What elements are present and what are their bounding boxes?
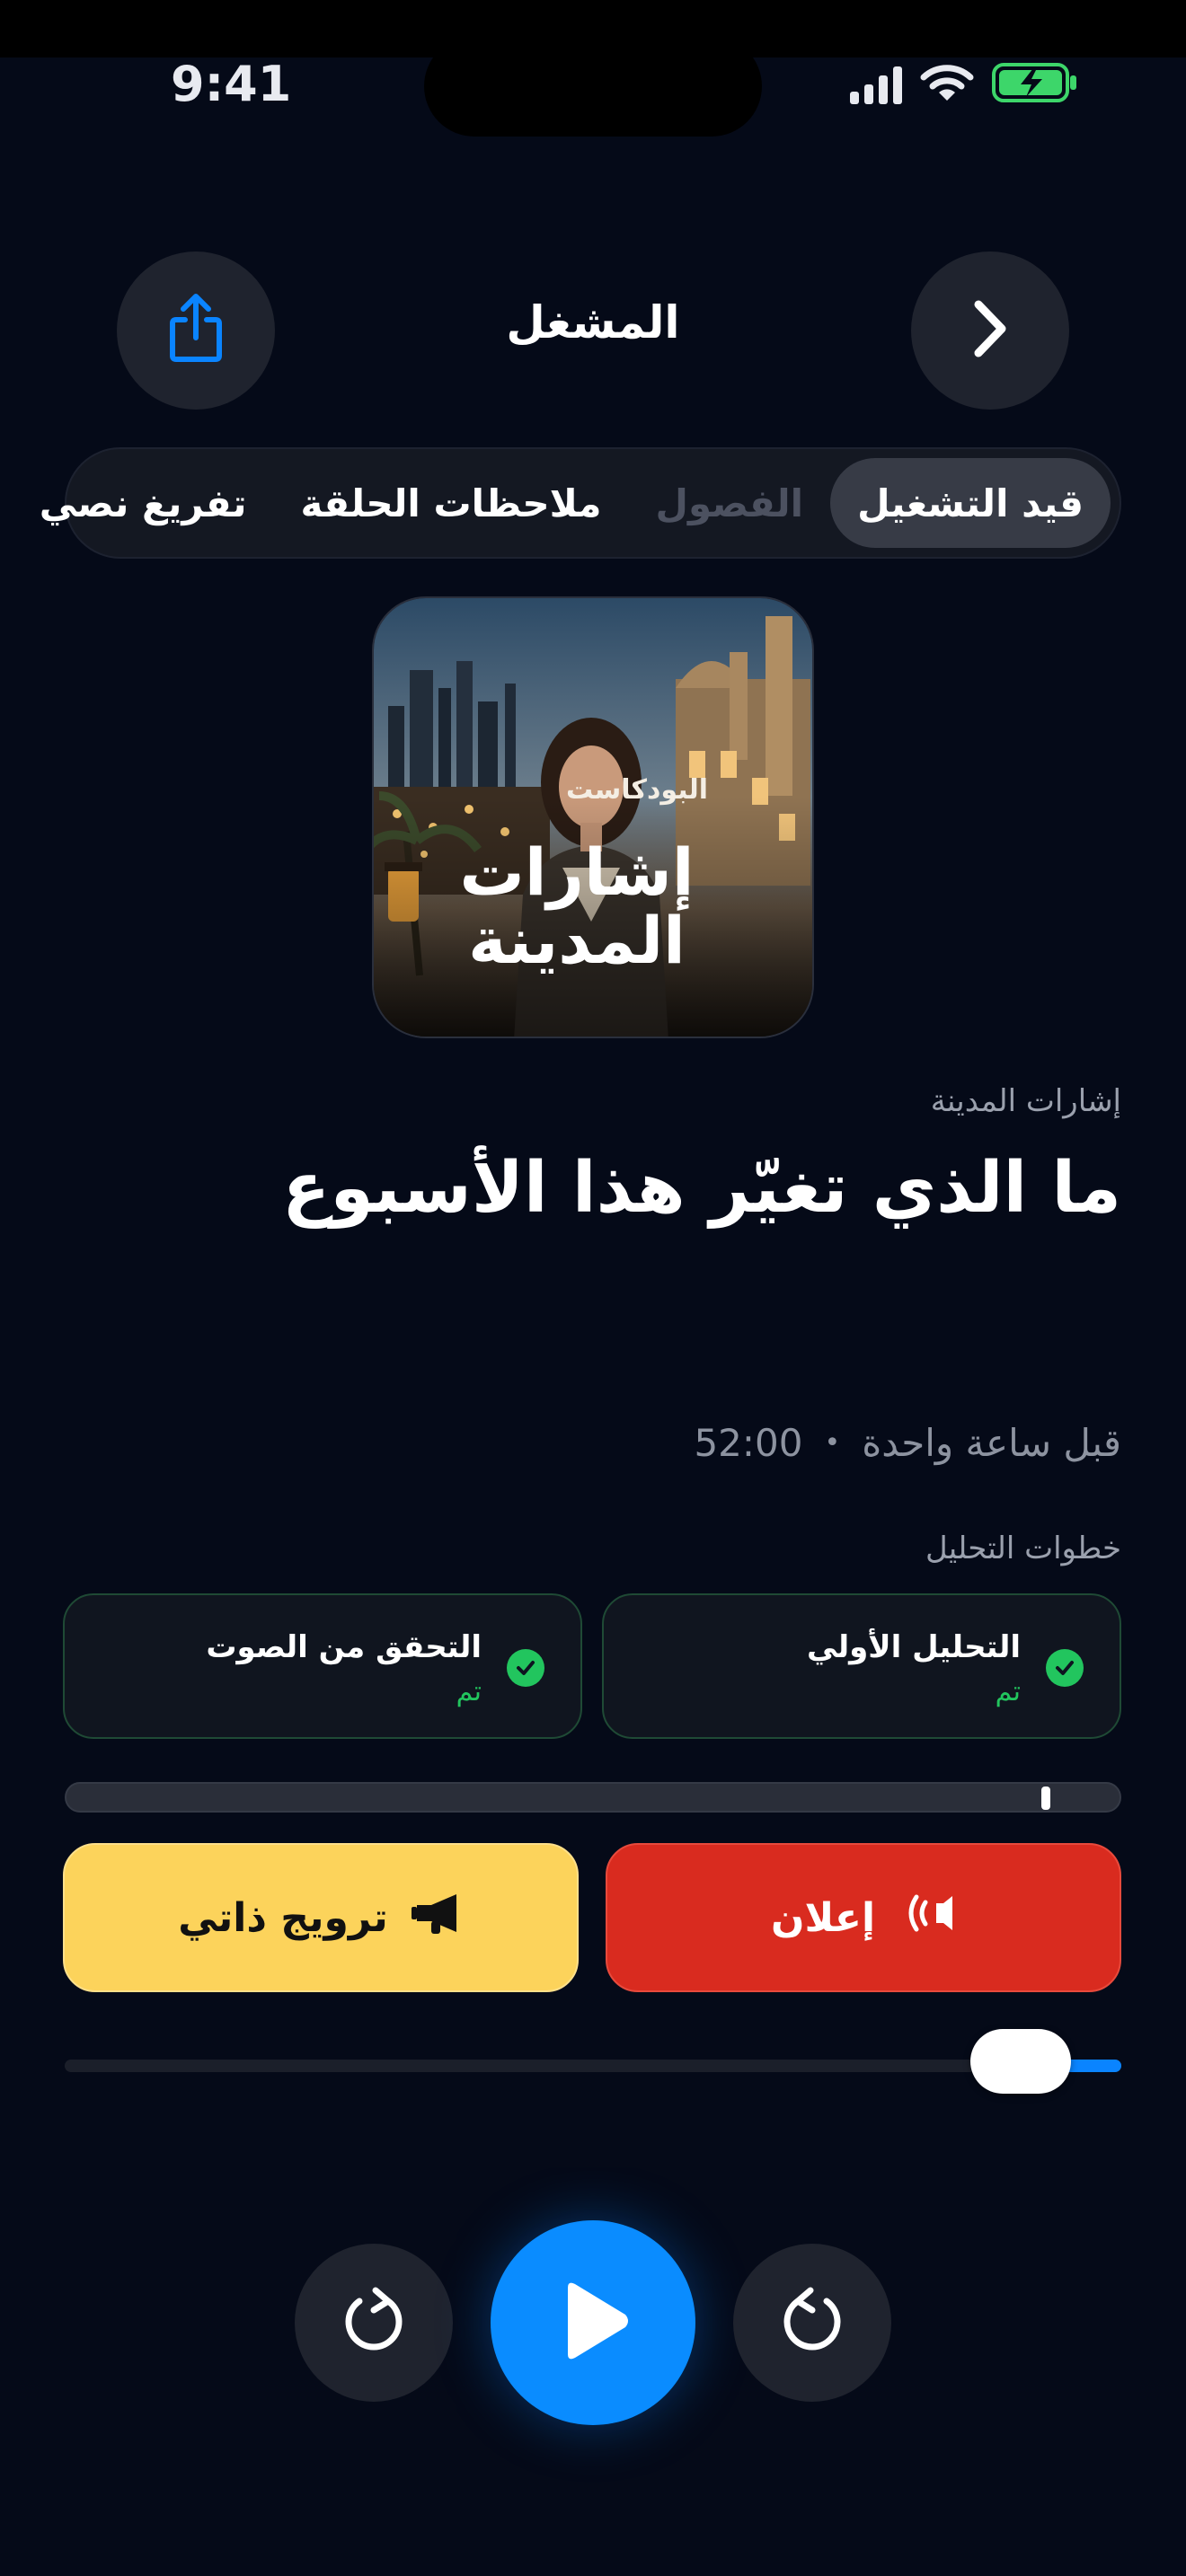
step-status: تم (456, 1676, 482, 1707)
back-button[interactable] (911, 251, 1069, 410)
battery-charging-icon (992, 63, 1078, 106)
play-button[interactable] (491, 2220, 695, 2425)
play-icon (555, 2280, 631, 2365)
check-circle-icon (507, 1649, 544, 1687)
analysis-steps-label: خطوات التحليل (925, 1531, 1121, 1566)
segment-timeline[interactable] (65, 1782, 1121, 1813)
ad-segment-button[interactable]: إعلان (606, 1843, 1121, 1992)
ad-segment-label: إعلان (770, 1894, 876, 1941)
rotate-forward-icon (776, 2285, 848, 2360)
artwork-title-line-1: إشارات (459, 834, 695, 910)
podcast-artwork: البودكاست إشارات المدينة (372, 596, 814, 1038)
analysis-step-audio-check: التحقق من الصوت تم (63, 1593, 582, 1739)
artwork-subtitle: البودكاست (566, 774, 708, 806)
wifi-icon (920, 63, 974, 106)
cellular-signal-icon (850, 65, 902, 104)
chevron-right-icon (968, 297, 1013, 364)
step-label: التحليل الأولي (806, 1629, 1021, 1665)
dynamic-island (424, 36, 762, 137)
artwork-title-line-2: المدينة (468, 902, 686, 978)
self-promo-button[interactable]: ترويج ذاتي (63, 1843, 579, 1992)
ad-speaker-icon (898, 1891, 956, 1945)
episode-duration: 52:00 (694, 1421, 803, 1465)
tab-chapters: الفصول (655, 481, 804, 525)
check-circle-icon (1046, 1649, 1084, 1687)
tab-transcript[interactable]: تفريغ نصي (13, 458, 274, 548)
playback-slider[interactable] (65, 2029, 1121, 2094)
show-name[interactable]: إشارات المدينة (931, 1083, 1121, 1119)
rotate-back-icon (338, 2285, 410, 2360)
episode-title: ما الذي تغيّر هذا الأسبوع (282, 1148, 1121, 1229)
published-time: قبل ساعة واحدة (862, 1421, 1121, 1465)
step-label: التحقق من الصوت (206, 1629, 482, 1665)
self-promo-label: ترويج ذاتي (178, 1894, 388, 1941)
meta-separator: • (824, 1427, 841, 1459)
analysis-step-initial: التحليل الأولي تم (602, 1593, 1121, 1739)
status-icons (850, 63, 1078, 106)
episode-meta: قبل ساعة واحدة • 52:00 (694, 1421, 1121, 1465)
megaphone-icon (411, 1891, 464, 1945)
tab-bar: قيد التشغيل الفصول ملاحظات الحلقة تفريغ … (40, 447, 1121, 559)
skip-back-button[interactable] (295, 2244, 453, 2402)
timeline-marker (1040, 1786, 1050, 1810)
playback-slider-thumb[interactable] (969, 2029, 1071, 2094)
artwork-title: إشارات المدينة (442, 834, 712, 978)
status-time: 9:41 (171, 56, 292, 112)
player-screen: 9:41 المشغل قيد التشغيل الفصول ملاحظات ا… (0, 0, 1186, 2576)
skip-forward-button[interactable] (733, 2244, 891, 2402)
step-status: تم (995, 1676, 1021, 1707)
tab-episode-notes[interactable]: ملاحظات الحلقة (274, 458, 629, 548)
tab-now-playing[interactable]: قيد التشغيل (830, 458, 1111, 548)
